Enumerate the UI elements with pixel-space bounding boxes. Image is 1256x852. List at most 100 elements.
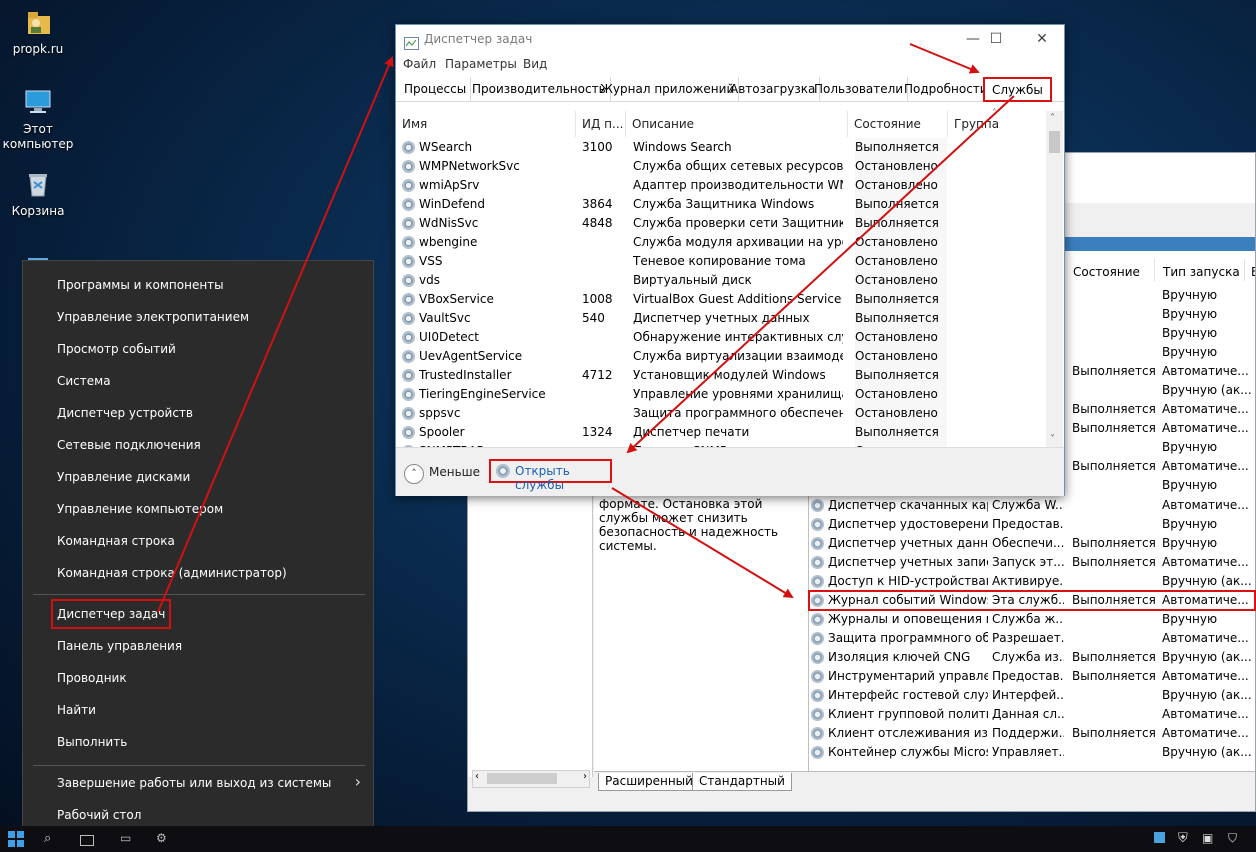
scroll-left-icon[interactable]: ‹ [475,771,479,782]
context-menu-item[interactable]: Командная строка (администратор) [57,566,287,580]
context-menu-item[interactable]: Программы и компоненты [57,278,224,292]
tab-extended[interactable]: Расширенный [598,773,700,791]
services-row[interactable]: Клиент отслеживания изм... Поддержи... Вып… [809,724,1255,743]
column-header-description[interactable]: Описание [626,111,848,137]
service-row[interactable]: TieringEngineService Управление уровнями … [402,385,1042,404]
column-header-more[interactable]: В [1251,265,1255,279]
scroll-down-icon[interactable]: ˅ [1050,434,1055,445]
network-icon[interactable]: ▭ [120,831,136,847]
services-row[interactable]: Доступ к HID-устройствам Активируе... Вруч… [809,572,1255,591]
service-row[interactable]: vds Виртуальный диск Остановлено [402,271,1042,290]
context-menu-item[interactable]: Панель управления [57,639,182,653]
service-row[interactable]: UevAgentService Служба виртуализации взаи… [402,347,1042,366]
tab-services[interactable]: Службы [983,77,1052,102]
vertical-scrollbar[interactable]: ˄ ˅ [1046,111,1063,447]
service-status: Остановлено [855,157,947,176]
tray-box-icon[interactable]: ▣ [1202,831,1218,847]
tab-standard[interactable]: Стандартный [692,773,792,791]
collapse-chevron-icon[interactable]: ˄ [404,464,424,484]
close-button[interactable]: ✕ [1019,25,1065,53]
service-row[interactable]: UI0Detect Обнаружение интерактивных служб… [402,328,1042,347]
context-menu-item[interactable]: Выполнить [57,735,127,749]
tab-details[interactable]: Подробности [900,77,993,101]
services-row[interactable]: Защита программного об... Разрешает... Авт… [809,629,1255,648]
desktop-icon-this-pc[interactable]: Этот компьютер [0,86,76,152]
services-row-event-log[interactable]: Журнал событий Windows Эта служб... Выполн… [808,590,1256,611]
context-menu-item[interactable]: Управление дисками [57,470,190,484]
services-row[interactable]: Диспетчер учетных записе... Запуск эт... В… [809,553,1255,572]
task-view-icon[interactable] [80,835,94,846]
context-menu-item[interactable]: Найти [57,703,96,717]
start-windows-icon[interactable] [8,831,24,847]
desktop-icon-propk[interactable]: propk.ru [0,6,76,57]
tab-users[interactable]: Пользователи [810,77,909,101]
column-header-status[interactable]: Состояние [848,111,948,137]
tray-shield-icon[interactable]: ⛉ [1228,831,1244,847]
service-row[interactable]: wbengine Служба модуля архивации на уров.… [402,233,1042,252]
services-row[interactable]: Инструментарий управле... Предостав... Вып… [809,667,1255,686]
service-startup-type: Автоматиче... [1162,555,1249,569]
service-row[interactable]: wmiApSrv Адаптер производительности WMI Ос… [402,176,1042,195]
tab-app-history[interactable]: Журнал приложений [596,77,740,101]
tab-startup[interactable]: Автозагрузка [726,77,821,101]
scrollbar-thumb[interactable] [487,773,557,784]
service-row[interactable]: sppsvc Защита программного обеспечения Ост… [402,404,1042,423]
column-header-pid[interactable]: ИД п... [576,111,626,137]
service-row[interactable]: TrustedInstaller 4712 Установщик модулей W… [402,366,1042,385]
services-row[interactable]: Изоляция ключей CNG Служба из... Выполняет… [809,648,1255,667]
context-menu-item[interactable]: Система [57,374,111,388]
settings-icon[interactable]: ⚙ [156,831,172,847]
service-description: Адаптер производительности WMI [633,178,843,192]
context-menu-item[interactable]: Сетевые подключения [57,438,201,452]
services-row[interactable]: Журналы и оповещения п... Служба ж... Вруч… [809,610,1255,629]
services-row[interactable]: Диспетчер учетных данных Обеспечи... Выпол… [809,534,1255,553]
services-row[interactable]: Интерфейс гостевой служ... Интерфей... Вру… [809,686,1255,705]
service-row[interactable]: WinDefend 3864 Служба Защитника Windows Вып… [402,195,1042,214]
services-row[interactable]: Контейнер службы Micros... Управляет... Вр… [809,743,1255,762]
service-row[interactable]: Spooler 1324 Диспетчер печати Выполняется [402,423,1042,442]
service-row[interactable]: WdNisSvc 4848 Служба проверки сети Защитни… [402,214,1042,233]
shield-icon[interactable]: ⛨ [1178,831,1194,847]
service-row[interactable]: WSearch 3100 Windows Search Выполняется [402,138,1042,157]
open-services-button[interactable]: Открыть службы [489,459,612,492]
service-name: Журнал событий Windows [828,593,988,607]
service-row[interactable]: VaultSvc 540 Диспетчер учетных данных Выпол… [402,309,1042,328]
context-menu-item[interactable]: Просмотр событий [57,342,176,356]
services-row[interactable]: Диспетчер удостоверения ... Предостав... В… [809,515,1255,534]
menu-file[interactable]: Файл [403,53,436,75]
search-icon[interactable]: ⌕ [44,831,60,847]
context-menu-item[interactable]: Диспетчер устройств [57,406,193,420]
service-row[interactable]: VBoxService 1008 VirtualBox Guest Addition… [402,290,1042,309]
context-menu-item[interactable]: Командная строка [57,534,175,548]
service-description: Активируе... [992,574,1064,588]
context-menu-item[interactable]: Завершение работы или выход из системы [57,776,331,790]
context-menu-item[interactable]: Рабочий стол [57,808,141,822]
title-bar[interactable]: Диспетчер задач — ☐ ✕ [396,25,1064,53]
service-name: WMPNetworkSvc [419,159,520,173]
service-startup-type: Вручную [1162,326,1218,340]
services-row[interactable]: Клиент групповой полити... Данная сл... Ав… [809,705,1255,724]
column-header-name[interactable]: Имя [396,111,576,137]
services-row[interactable]: Диспетчер скачанных карт Служба W... Автом… [809,496,1255,515]
context-menu-item[interactable]: Проводник [57,671,127,685]
notification-square-icon[interactable] [1154,832,1165,843]
fewer-details-link[interactable]: Меньше [429,465,480,479]
context-menu-item[interactable]: Управление электропитанием [57,310,249,324]
menu-options[interactable]: Параметры [445,53,517,75]
menu-view[interactable]: Вид [523,53,547,75]
desktop-icon-recycle-bin[interactable]: Корзина [0,168,76,219]
column-header-status[interactable]: Состояние [1073,265,1140,279]
tab-performance[interactable]: Производительность [468,77,611,101]
maximize-button[interactable]: ☐ [973,25,1019,53]
context-menu-item[interactable]: Управление компьютером [57,502,223,516]
service-row[interactable]: WMPNetworkSvc Служба общих сетевых ресурс… [402,157,1042,176]
scroll-right-icon[interactable]: › [583,771,587,782]
scroll-up-icon[interactable]: ˄ [1050,113,1055,124]
scrollbar-thumb[interactable] [1049,131,1060,153]
service-row[interactable]: VSS Теневое копирование тома Остановлено [402,252,1042,271]
context-menu-item-task-manager[interactable]: Диспетчер задач [50,599,172,629]
column-header-startup-type[interactable]: Тип запуска [1163,265,1240,279]
column-header-group[interactable]: Группа [948,111,1046,137]
tab-processes[interactable]: Процессы [400,77,472,101]
tree-horizontal-scrollbar[interactable]: ‹ › [472,770,590,788]
